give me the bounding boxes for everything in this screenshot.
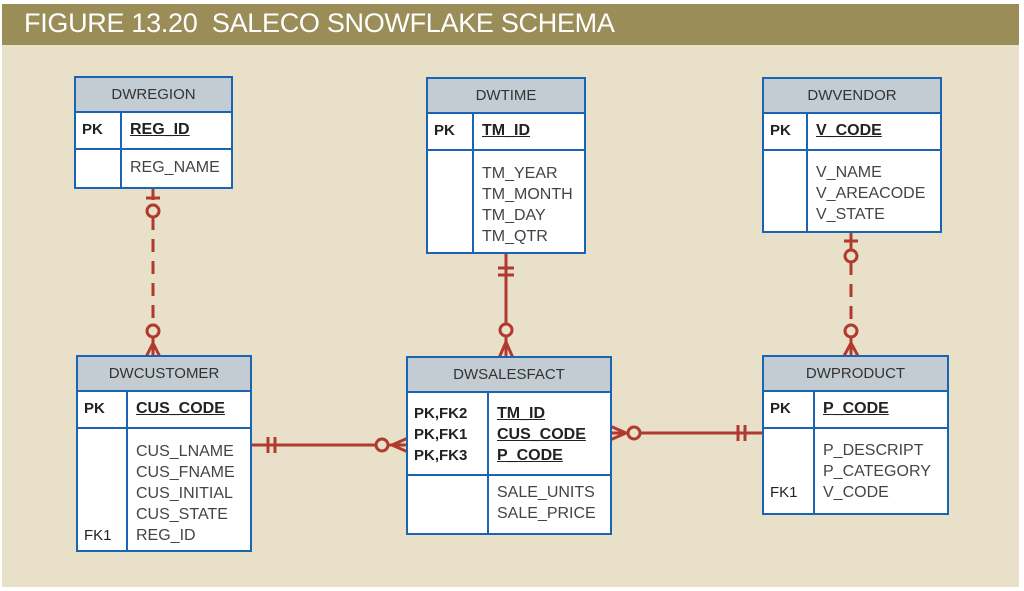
zero-circle [843, 323, 859, 339]
pk-attribute: TM_ID [497, 405, 545, 422]
attribute: CUS_INITIAL [136, 485, 233, 502]
attribute: P_CATEGORY [823, 463, 931, 480]
entity-dwproduct[interactable]: DWPRODUCT PK P_CODE FK1 P_DESCRIPT P_CAT… [762, 355, 949, 515]
attribute-section: SALE_UNITS SALE_PRICE [408, 476, 610, 533]
zero-circle [626, 425, 642, 441]
key-label [84, 504, 126, 525]
attribute: TM_DAY [482, 207, 546, 224]
attribute-section: REG_NAME [76, 150, 231, 187]
key-label [84, 483, 126, 504]
key-label [770, 162, 806, 183]
entity-header: DWTIME [428, 79, 584, 114]
attribute-section: TM_YEAR TM_MONTH TM_DAY TM_QTR [428, 151, 584, 252]
relationship-region-customer [144, 189, 162, 358]
relationship-vendor-product [842, 233, 860, 357]
attribute: V_NAME [816, 164, 882, 181]
key-label [434, 205, 472, 226]
key-label [770, 461, 813, 482]
attribute: SALE_PRICE [497, 505, 596, 522]
key-label: PK [434, 122, 455, 139]
pk-attribute: REG_ID [130, 121, 190, 138]
attribute: CUS_STATE [136, 506, 228, 523]
attribute-section: FK1 P_DESCRIPT P_CATEGORY V_CODE [764, 429, 947, 513]
primary-key-section: PK REG_ID [76, 113, 231, 150]
primary-key-section: PK P_CODE [764, 392, 947, 429]
primary-key-section: PK TM_ID [428, 114, 584, 151]
attribute-section: FK1 CUS_LNAME CUS_FNAME CUS_INITIAL CUS_… [78, 429, 250, 550]
attribute: P_DESCRIPT [823, 442, 924, 459]
key-label: FK1 [770, 484, 798, 501]
attribute: CUS_FNAME [136, 464, 235, 481]
key-label [434, 184, 472, 205]
zero-circle [145, 323, 161, 339]
entity-header: DWREGION [76, 78, 231, 113]
attribute: TM_MONTH [482, 186, 573, 203]
key-label: PK [84, 400, 105, 417]
key-label: PK [770, 400, 791, 417]
key-label [84, 462, 126, 483]
entity-header: DWVENDOR [764, 79, 940, 114]
attribute: V_STATE [816, 206, 885, 223]
attribute-section: V_NAME V_AREACODE V_STATE [764, 151, 940, 231]
attribute: V_CODE [823, 484, 889, 501]
zero-circle [145, 203, 161, 219]
attribute: TM_QTR [482, 228, 548, 245]
key-label [770, 183, 806, 204]
relationship-time-salesfact [497, 254, 515, 359]
entity-header: DWCUSTOMER [78, 357, 250, 392]
entity-dwsalesfact[interactable]: DWSALESFACT PK,FK2 PK,FK1 PK,FK3 TM_ID C… [406, 356, 612, 535]
pk-attribute: V_CODE [816, 122, 882, 139]
relationship-product-salesfact [609, 424, 764, 442]
key-label: PK,FK3 [414, 447, 468, 464]
entity-dwcustomer[interactable]: DWCUSTOMER PK CUS_CODE FK1 CUS_LNAME CUS… [76, 355, 252, 552]
key-label [84, 441, 126, 462]
pk-attribute: CUS_CODE [136, 400, 225, 417]
pk-attribute: CUS_CODE [497, 426, 586, 443]
pk-attribute: TM_ID [482, 122, 530, 139]
key-label [414, 503, 487, 524]
attribute: REG_NAME [130, 159, 220, 176]
attribute: CUS_LNAME [136, 443, 234, 460]
zero-circle [374, 437, 390, 453]
key-label [82, 157, 120, 178]
entity-header: DWPRODUCT [764, 357, 947, 392]
key-label: FK1 [84, 527, 112, 544]
primary-key-section: PK V_CODE [764, 114, 940, 151]
key-label: PK [770, 122, 791, 139]
relationship-customer-salesfact [252, 436, 409, 454]
key-label: PK,FK1 [414, 426, 468, 443]
primary-key-section: PK,FK2 PK,FK1 PK,FK3 TM_ID CUS_CODE P_CO… [408, 393, 610, 476]
pk-attribute: P_CODE [497, 447, 563, 464]
key-label [770, 440, 813, 461]
zero-circle [498, 322, 514, 338]
attribute: V_AREACODE [816, 185, 926, 202]
key-label [770, 204, 806, 225]
key-label: PK,FK2 [414, 405, 468, 422]
entity-dwvendor[interactable]: DWVENDOR PK V_CODE V_NAME V_AREACODE V_S… [762, 77, 942, 233]
attribute: REG_ID [136, 527, 196, 544]
entity-dwtime[interactable]: DWTIME PK TM_ID TM_YEAR TM_MONTH TM_DAY … [426, 77, 586, 254]
entity-header: DWSALESFACT [408, 358, 610, 393]
attribute: SALE_UNITS [497, 484, 595, 501]
pk-attribute: P_CODE [823, 400, 889, 417]
key-label [414, 482, 487, 503]
entity-dwregion[interactable]: DWREGION PK REG_ID REG_NAME [74, 76, 233, 189]
zero-circle [843, 248, 859, 264]
primary-key-section: PK CUS_CODE [78, 392, 250, 429]
key-label [434, 163, 472, 184]
key-label: PK [82, 121, 103, 138]
key-label [434, 226, 472, 247]
attribute: TM_YEAR [482, 165, 558, 182]
